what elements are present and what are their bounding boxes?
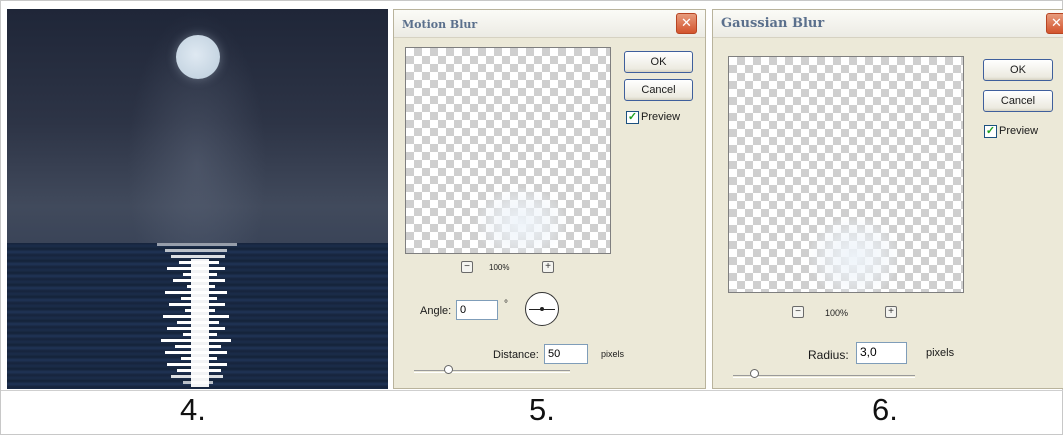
ok-button[interactable]: OK xyxy=(624,51,693,73)
zoom-in-icon[interactable]: + xyxy=(885,306,897,318)
blurred-highlight xyxy=(476,188,566,253)
preview-checkbox[interactable]: ✓ xyxy=(984,125,997,138)
distance-slider-thumb[interactable] xyxy=(444,365,453,374)
close-icon[interactable]: ✕ xyxy=(676,13,697,34)
radius-slider-thumb[interactable] xyxy=(750,369,759,378)
step-number-5: 5. xyxy=(529,392,555,427)
zoom-level: 100% xyxy=(489,263,510,272)
preview-label: Preview xyxy=(641,111,681,123)
cancel-button[interactable]: Cancel xyxy=(983,90,1053,112)
close-icon[interactable]: ✕ xyxy=(1046,13,1063,34)
step-number-4: 4. xyxy=(180,392,206,427)
gaussian-blur-dialog: Gaussian Blur ✕ OK Cancel ✓ Preview − 10… xyxy=(712,9,1063,389)
zoom-out-icon[interactable]: − xyxy=(461,261,473,273)
distance-slider-track[interactable] xyxy=(414,370,570,373)
preview-checkbox[interactable]: ✓ xyxy=(626,111,639,124)
blur-preview[interactable] xyxy=(728,56,964,293)
moon-reflection xyxy=(157,243,237,387)
blurred-highlight xyxy=(809,217,899,292)
radius-field[interactable]: 3,0 xyxy=(856,342,907,364)
distance-field[interactable]: 50 xyxy=(544,344,588,364)
caption-divider xyxy=(1,390,1063,391)
motion-blur-dialog: Motion Blur ✕ OK Cancel ✓ Preview − 100%… xyxy=(393,9,706,389)
zoom-level: 100% xyxy=(825,308,849,318)
radius-slider-track[interactable] xyxy=(733,375,915,378)
angle-dial-icon[interactable] xyxy=(525,292,559,326)
zoom-in-icon[interactable]: + xyxy=(542,261,554,273)
checkmark-icon: ✓ xyxy=(985,125,996,137)
blur-preview[interactable] xyxy=(405,47,611,254)
angle-label: Angle: xyxy=(420,305,452,317)
radius-label: Radius: xyxy=(808,348,849,362)
step-number-6: 6. xyxy=(872,392,898,427)
tutorial-frame: Motion Blur ✕ OK Cancel ✓ Preview − 100%… xyxy=(0,0,1063,435)
distance-unit-label: pixels xyxy=(601,349,625,359)
radius-unit-label: pixels xyxy=(926,347,955,359)
zoom-out-icon[interactable]: − xyxy=(792,306,804,318)
degree-symbol: ° xyxy=(504,299,508,310)
angle-field[interactable]: 0 xyxy=(456,300,498,320)
motion-blur-titlebar[interactable]: Motion Blur ✕ xyxy=(394,10,705,38)
distance-label: Distance: xyxy=(493,349,539,361)
checkmark-icon: ✓ xyxy=(627,111,638,123)
dialog-title: Motion Blur xyxy=(402,18,478,31)
preview-label: Preview xyxy=(999,125,1039,137)
angle-dial-center xyxy=(540,307,544,311)
dialog-title: Gaussian Blur xyxy=(721,16,825,31)
ok-button[interactable]: OK xyxy=(983,59,1053,81)
gaussian-blur-titlebar[interactable]: Gaussian Blur ✕ xyxy=(713,10,1063,38)
moonlit-sea-image xyxy=(7,9,388,389)
cancel-button[interactable]: Cancel xyxy=(624,79,693,101)
